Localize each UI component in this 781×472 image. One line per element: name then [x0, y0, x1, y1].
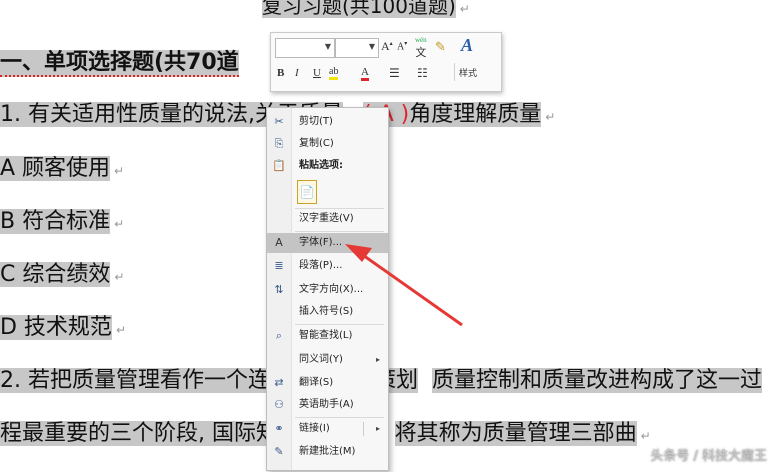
watermark: 头条号 / 科技大魔王	[650, 449, 767, 464]
annotation-arrow	[345, 244, 463, 327]
